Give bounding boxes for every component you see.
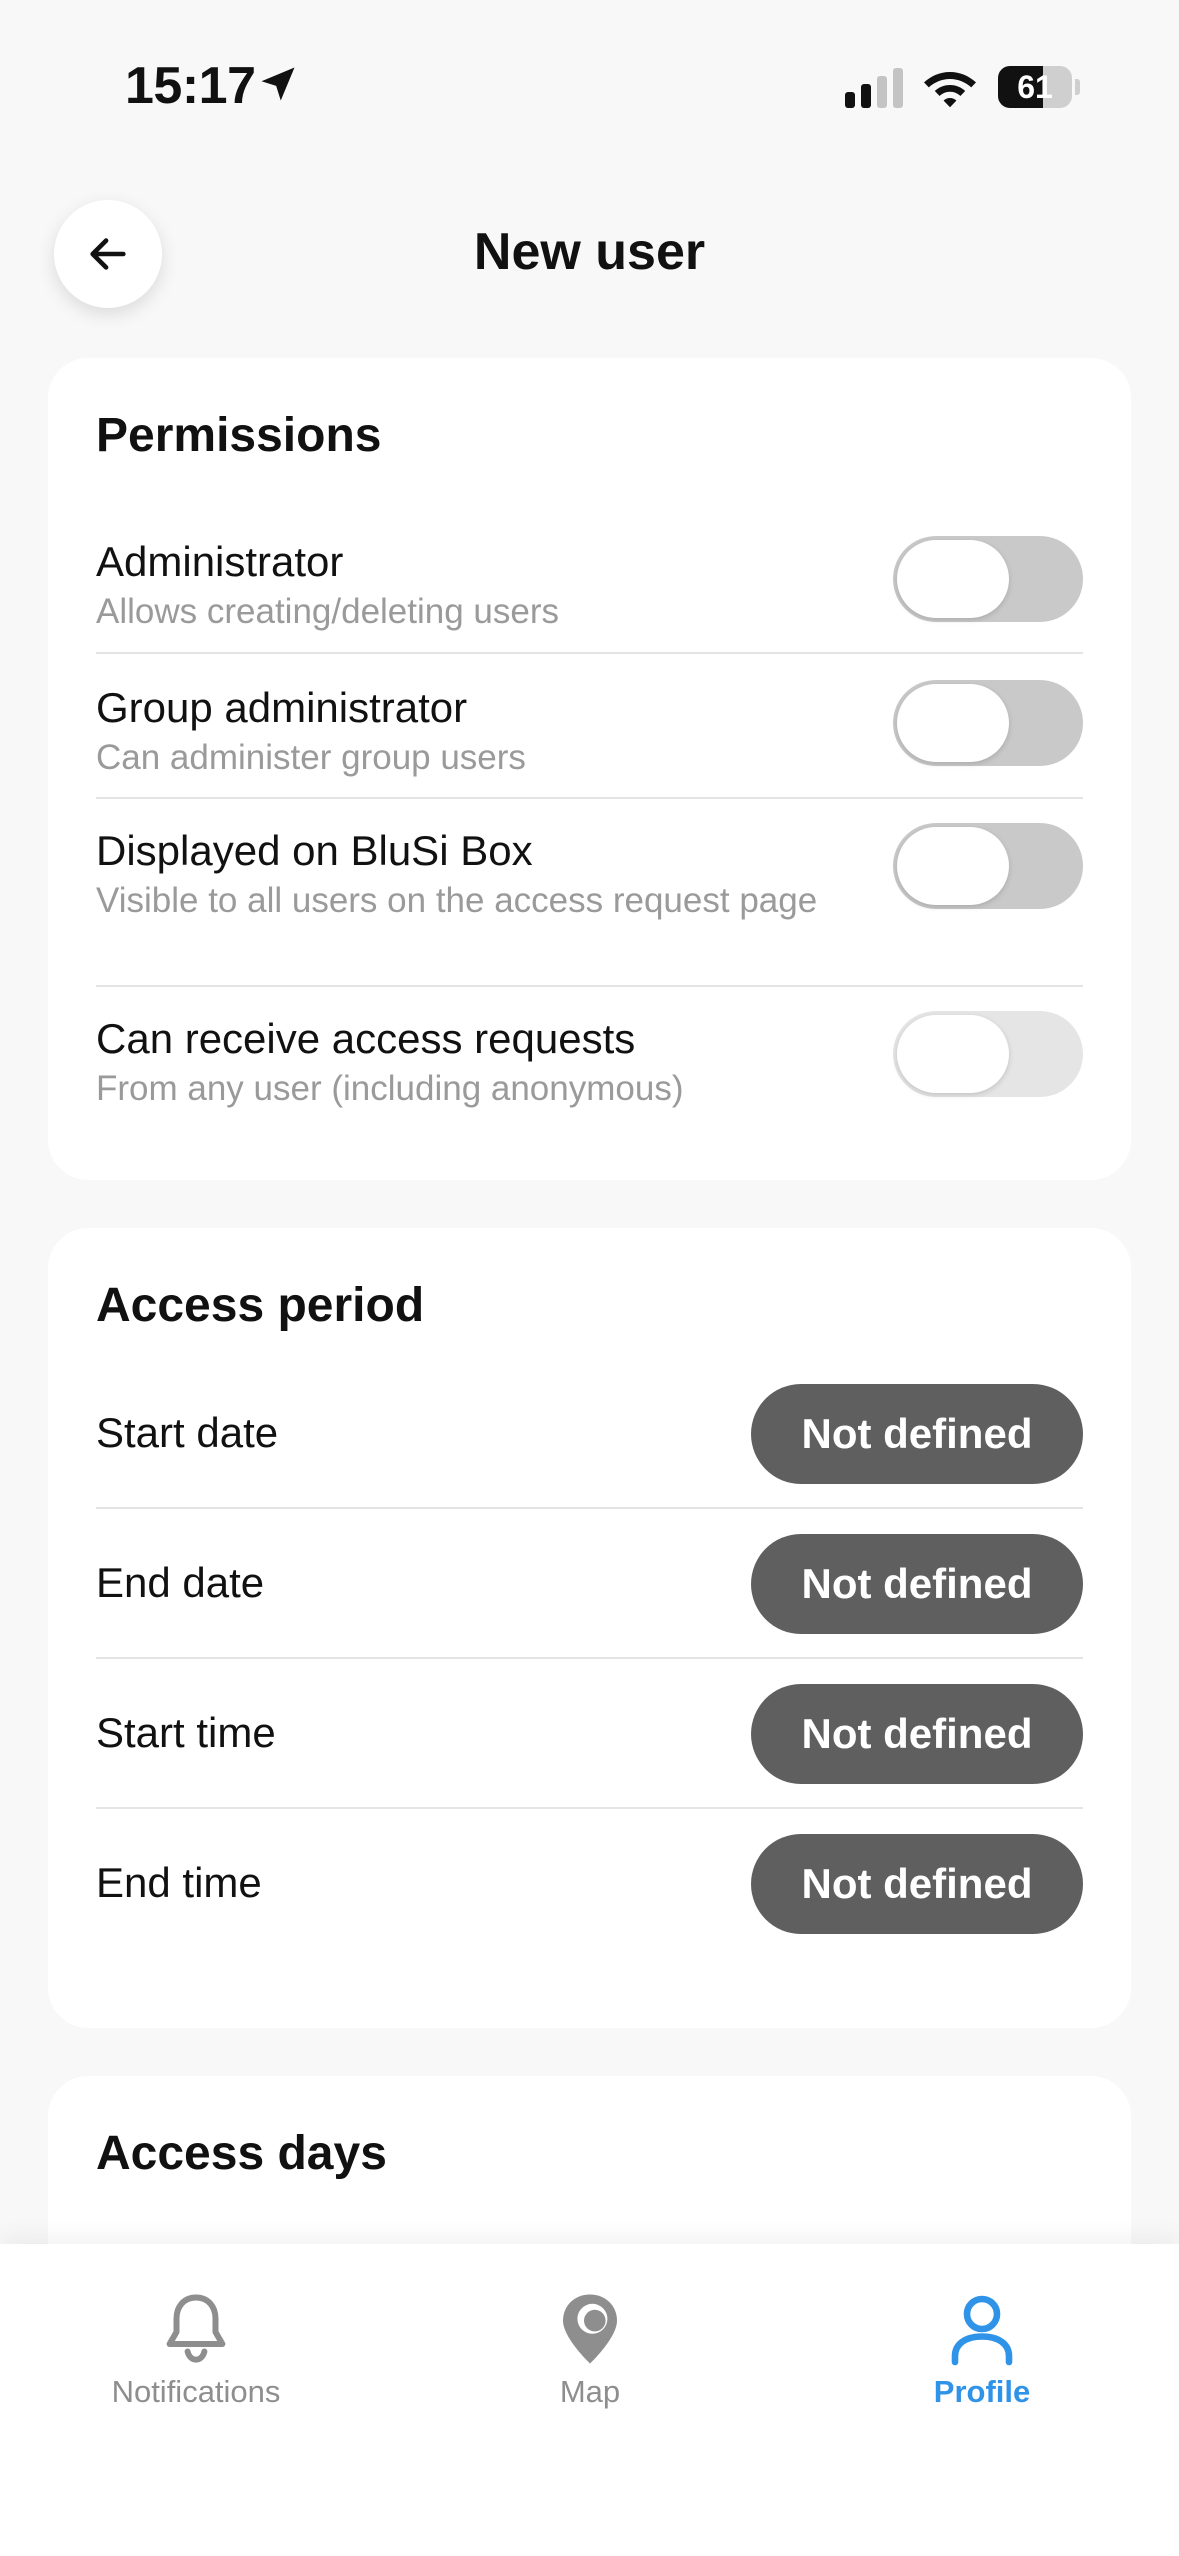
end-time-button[interactable]: Not defined <box>751 1834 1083 1934</box>
bottom-navigation: Notifications Map Profile <box>0 2244 1179 2556</box>
permission-title: Group administrator <box>96 684 468 731</box>
status-bar: 15:17 61 <box>0 0 1179 170</box>
displayed-on-blusi-box-toggle[interactable] <box>893 823 1083 909</box>
permission-description: From any user (including anonymous) <box>96 1069 684 1108</box>
administrator-toggle[interactable] <box>893 536 1083 622</box>
bell-icon <box>166 2294 226 2363</box>
permission-description: Can administer group users <box>96 738 526 777</box>
period-row-start-time: Start time Not defined <box>96 1659 1083 1809</box>
cellular-signal-icon <box>845 68 903 108</box>
end-date-button[interactable]: Not defined <box>751 1534 1083 1634</box>
start-time-button[interactable]: Not defined <box>751 1684 1083 1784</box>
permission-description: Visible to all users on the access reque… <box>96 881 818 920</box>
wifi-icon <box>924 72 976 108</box>
permission-row-can-receive-access-requests: Can receive access requests From any use… <box>96 987 1083 1137</box>
permission-title: Administrator <box>96 538 344 585</box>
permission-row-displayed-on-blusi-box: Displayed on BluSi Box Visible to all us… <box>96 799 1083 987</box>
permission-title: Can receive access requests <box>96 1015 636 1062</box>
nav-item-profile[interactable]: Profile <box>832 2290 1132 2410</box>
access-period-title: Access period <box>96 1279 425 1332</box>
access-days-title: Access days <box>96 2127 387 2180</box>
permissions-card: Permissions Administrator Allows creatin… <box>48 358 1131 1180</box>
permission-row-group-administrator: Group administrator Can administer group… <box>96 654 1083 799</box>
permissions-title: Permissions <box>96 409 382 462</box>
map-pin-icon <box>563 2294 617 2364</box>
period-label: Start time <box>96 1709 276 1756</box>
nav-label: Notifications <box>111 2374 281 2409</box>
nav-item-notifications[interactable]: Notifications <box>46 2290 346 2410</box>
nav-item-map[interactable]: Map <box>440 2290 740 2410</box>
user-icon <box>951 2295 1013 2366</box>
battery-level: 61 <box>1017 68 1053 105</box>
nav-label: Profile <box>933 2374 1031 2409</box>
period-label: End time <box>96 1859 262 1906</box>
permission-title: Displayed on BluSi Box <box>96 827 533 874</box>
start-date-button[interactable]: Not defined <box>751 1384 1083 1484</box>
period-label: End date <box>96 1559 265 1606</box>
permission-description: Allows creating/deleting users <box>96 592 560 631</box>
period-row-end-date: End date Not defined <box>96 1509 1083 1659</box>
period-row-start-date: Start date Not defined <box>96 1359 1083 1509</box>
access-period-card: Access period Start date Not defined End… <box>48 1228 1131 2028</box>
permission-row-administrator: Administrator Allows creating/deleting u… <box>96 508 1083 654</box>
page-title: New user <box>473 223 706 281</box>
period-row-end-time: End time Not defined <box>96 1809 1083 1959</box>
can-receive-access-requests-toggle[interactable] <box>893 1011 1083 1097</box>
battery-indicator: 61 <box>998 66 1080 108</box>
period-label: Start date <box>96 1409 279 1456</box>
nav-label: Map <box>559 2374 621 2409</box>
group-administrator-toggle[interactable] <box>893 680 1083 766</box>
status-time: 15:17 <box>125 57 256 115</box>
location-arrow-icon <box>261 67 295 101</box>
